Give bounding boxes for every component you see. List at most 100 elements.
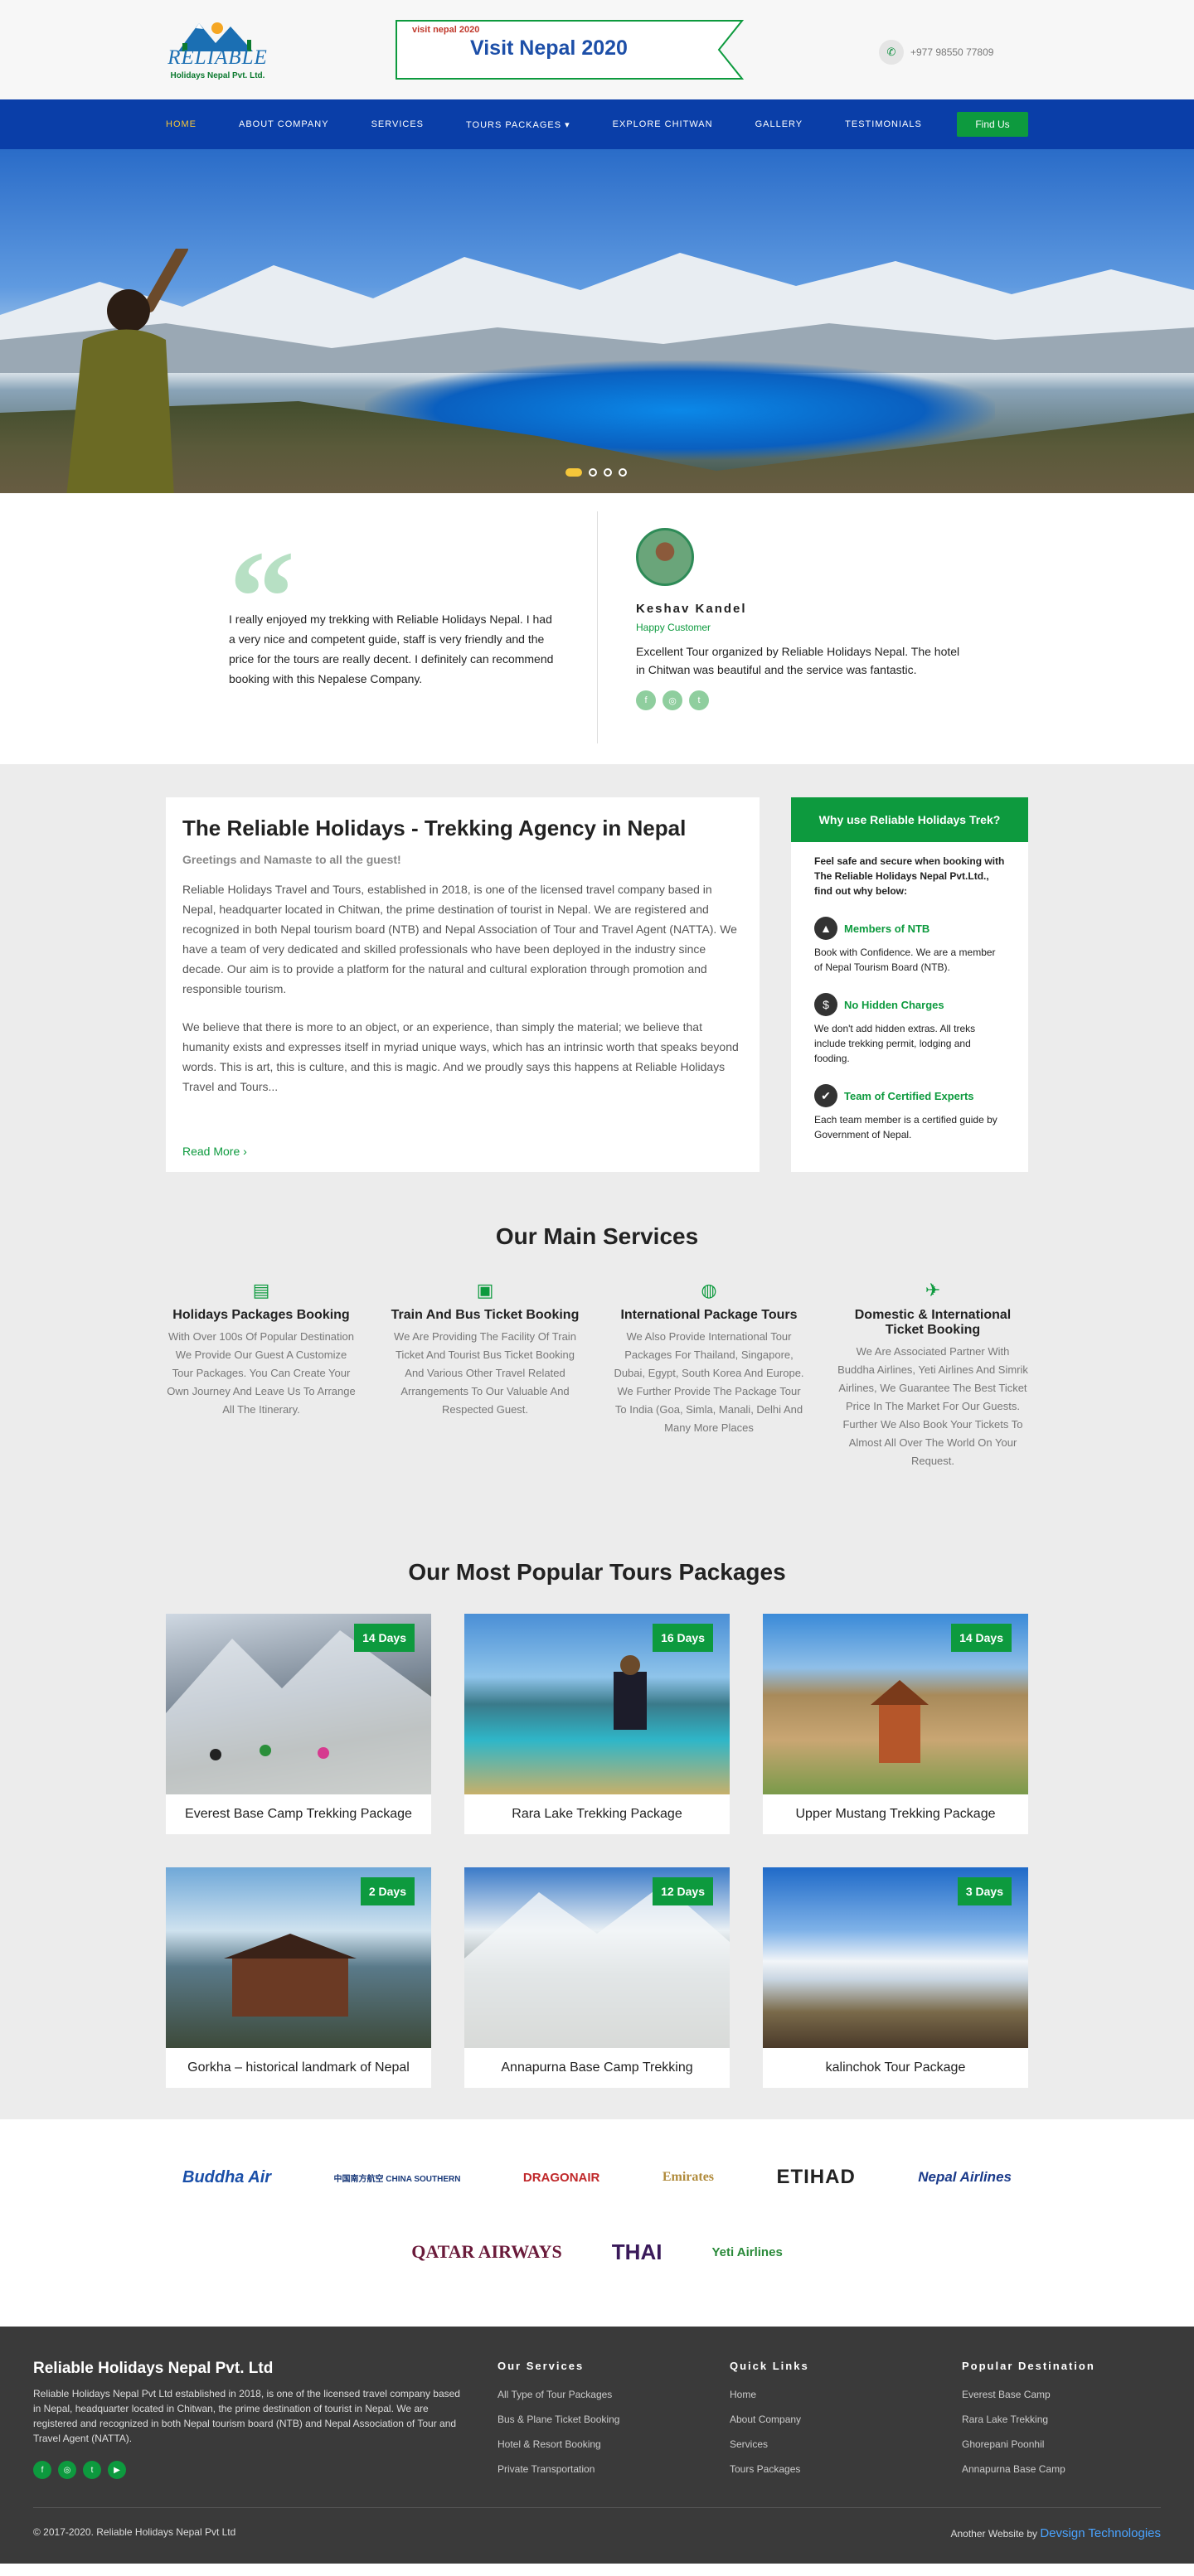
visit-nepal-text: Visit Nepal 2020 <box>470 36 628 60</box>
footer-destination-link[interactable]: Annapurna Base Camp <box>962 2463 1095 2475</box>
slider-dot-4[interactable] <box>619 468 627 477</box>
testimonial-quote: I really enjoyed my trekking with Reliab… <box>229 613 554 685</box>
instagram-icon[interactable]: ◎ <box>58 2461 76 2479</box>
tour-name: Rara Lake Trekking Package <box>512 1807 682 1821</box>
duration-badge: 2 Days <box>360 1877 415 1905</box>
footer-destination-title: Popular Destination <box>962 2360 1095 2372</box>
tour-card-everest[interactable]: 14 Days Everest Base Camp Trekking Packa… <box>166 1614 431 1834</box>
about-paragraph-2: We believe that there is more to an obje… <box>182 1020 739 1093</box>
service-desc: We Also Provide International Tour Packa… <box>614 1330 804 1434</box>
read-more-link[interactable]: Read More › <box>182 1145 247 1158</box>
twitter-icon[interactable]: t <box>689 690 709 710</box>
airline-logo-yeti: Yeti Airlines <box>711 2244 783 2259</box>
tour-name: Upper Mustang Trekking Package <box>795 1807 996 1821</box>
testimonial-divider <box>597 511 598 743</box>
hero-slider[interactable] <box>0 149 1194 493</box>
service-holiday-packages: ▤ Holidays Packages Booking With Over 10… <box>166 1280 357 1470</box>
service-ticket-booking: ✈ Domestic & International Ticket Bookin… <box>837 1280 1028 1470</box>
package-icon: ▤ <box>252 1280 270 1300</box>
airline-logo-buddha-air: Buddha Air <box>182 2167 272 2186</box>
footer-service-link[interactable]: Hotel & Resort Booking <box>498 2438 619 2450</box>
about-section: The Reliable Holidays - Trekking Agency … <box>0 764 1194 1203</box>
duration-badge: 12 Days <box>653 1877 713 1905</box>
duration-badge: 14 Days <box>354 1624 415 1652</box>
twitter-icon[interactable]: t <box>83 2461 101 2479</box>
facebook-icon[interactable]: f <box>33 2461 51 2479</box>
airline-logo-emirates: Emirates <box>662 2170 715 2184</box>
footer-service-link[interactable]: Bus & Plane Ticket Booking <box>498 2414 619 2425</box>
airline-partners: Buddha Air 中国南方航空 CHINA SOUTHERN DRAGONA… <box>0 2119 1194 2327</box>
about-card: The Reliable Holidays - Trekking Agency … <box>166 797 760 1172</box>
visit-nepal-banner[interactable]: visit nepal 2020 Visit Nepal 2020 <box>396 20 744 80</box>
hiker-figure-image <box>66 249 188 493</box>
tour-image: 14 Days <box>166 1614 431 1794</box>
tour-card-rara[interactable]: 16 Days Rara Lake Trekking Package <box>464 1614 730 1834</box>
nav-item-tours-packages[interactable]: TOURS PACKAGES ▾ <box>466 119 570 130</box>
service-title: Train And Bus Ticket Booking <box>391 1308 580 1322</box>
footer-socials: f ◎ t ▶ <box>33 2461 464 2479</box>
nav-item-home[interactable]: HOME <box>166 119 197 129</box>
avatar <box>636 528 694 586</box>
facebook-icon[interactable]: f <box>636 690 656 710</box>
logo-text: RELIABLE <box>167 46 268 69</box>
service-international-tours: ◍ International Package Tours We Also Pr… <box>614 1280 804 1470</box>
customer-role: Happy Customer <box>636 622 711 633</box>
tour-card-gorkha[interactable]: 2 Days Gorkha – historical landmark of N… <box>166 1867 431 2088</box>
why-item-certified-experts: ✔ Team of Certified Experts Each team me… <box>791 1084 1028 1142</box>
about-subtitle: Greetings and Namaste to all the guest! <box>182 853 401 866</box>
footer-quick-link[interactable]: Home <box>730 2389 809 2400</box>
service-title: International Package Tours <box>620 1308 798 1322</box>
why-item-title: Team of Certified Experts <box>844 1089 974 1102</box>
slider-dots <box>565 468 627 477</box>
tour-card-kalinchok[interactable]: 3 Days kalinchok Tour Package <box>763 1867 1028 2088</box>
service-desc: With Over 100s Of Popular Destination We… <box>167 1330 356 1416</box>
footer-destination-link[interactable]: Rara Lake Trekking <box>962 2414 1095 2425</box>
tour-card-upper-mustang[interactable]: 14 Days Upper Mustang Trekking Package <box>763 1614 1028 1834</box>
slider-dot-1[interactable] <box>565 468 582 477</box>
footer-destination-link[interactable]: Ghorepani Poonhil <box>962 2438 1095 2450</box>
customer-review: Excellent Tour organized by Reliable Hol… <box>636 645 960 676</box>
tour-image: 12 Days <box>464 1867 730 2048</box>
find-us-button[interactable]: Find Us <box>957 112 1028 137</box>
footer-services-title: Our Services <box>498 2360 585 2372</box>
footer-quick-link[interactable]: Tours Packages <box>730 2463 809 2475</box>
service-desc: We Are Providing The Facility Of Train T… <box>394 1330 576 1416</box>
footer-destination-link[interactable]: Everest Base Camp <box>962 2389 1095 2400</box>
slider-dot-3[interactable] <box>604 468 612 477</box>
nav-item-services[interactable]: SERVICES <box>371 119 424 129</box>
footer-quick-link[interactable]: About Company <box>730 2414 809 2425</box>
tour-name: Annapurna Base Camp Trekking <box>501 2060 693 2075</box>
tour-name: kalinchok Tour Package <box>825 2060 966 2075</box>
footer-brand: Reliable Holidays Nepal Pvt. Ltd <box>33 2360 274 2377</box>
tour-card-annapurna[interactable]: 12 Days Annapurna Base Camp Trekking <box>464 1867 730 2088</box>
why-title: Why use Reliable Holidays Trek? <box>791 797 1028 842</box>
developer-link[interactable]: Devsign Technologies <box>1040 2526 1161 2540</box>
airline-logo-thai: THAI <box>611 2239 663 2264</box>
service-title: Domestic & International Ticket Booking <box>854 1308 1012 1337</box>
why-item-no-hidden-charges: $ No Hidden Charges We don't add hidden … <box>791 993 1028 1066</box>
nav-item-explore-chitwan[interactable]: EXPLORE CHITWAN <box>613 119 713 129</box>
mountain-icon: ▲ <box>814 917 837 940</box>
airline-logo-etihad: ETIHAD <box>776 2166 856 2188</box>
youtube-icon[interactable]: ▶ <box>108 2461 126 2479</box>
tour-image: 3 Days <box>763 1867 1028 2048</box>
nav-item-about[interactable]: ABOUT COMPANY <box>239 119 329 129</box>
main-navigation: HOME ABOUT COMPANY SERVICES TOURS PACKAG… <box>0 99 1194 149</box>
certified-badge-icon: ✔ <box>814 1084 837 1107</box>
site-logo[interactable]: RELIABLE Holidays Nepal Pvt. Ltd. <box>166 18 269 83</box>
services-title: Our Main Services <box>495 1223 699 1249</box>
tours-title: Our Most Popular Tours Packages <box>408 1559 786 1585</box>
instagram-icon[interactable]: ◎ <box>663 690 682 710</box>
nav-item-gallery[interactable]: GALLERY <box>755 119 803 129</box>
slider-dot-2[interactable] <box>589 468 597 477</box>
footer-service-link[interactable]: Private Transportation <box>498 2463 619 2475</box>
phone-contact[interactable]: ✆ +977 98550 77809 <box>879 40 1028 65</box>
tour-name: Everest Base Camp Trekking Package <box>185 1807 412 1821</box>
footer-quick-link[interactable]: Services <box>730 2438 809 2450</box>
testimonial-section: “ I really enjoyed my trekking with Reli… <box>0 493 1194 764</box>
footer-service-link[interactable]: All Type of Tour Packages <box>498 2389 619 2400</box>
site-footer: Reliable Holidays Nepal Pvt. Ltd Reliabl… <box>0 2327 1194 2564</box>
globe-icon: ◍ <box>701 1280 717 1300</box>
bus-icon: ▣ <box>476 1280 494 1300</box>
nav-item-testimonials[interactable]: TESTIMONIALS <box>845 119 922 129</box>
